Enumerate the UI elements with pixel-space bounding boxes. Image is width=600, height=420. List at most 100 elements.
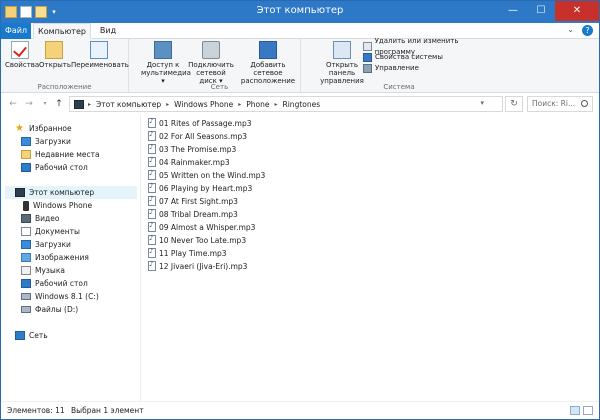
manage-button[interactable]: Управление bbox=[363, 63, 495, 74]
media-access-label-1: Доступ к bbox=[146, 61, 180, 69]
downloads-icon bbox=[21, 240, 31, 249]
maximize-button[interactable]: ☐ bbox=[527, 1, 555, 21]
sidebar-label: Этот компьютер bbox=[29, 188, 95, 197]
sidebar-item-this-pc[interactable]: Этот компьютер bbox=[5, 186, 137, 199]
address-dropdown-icon[interactable]: ▾ bbox=[480, 99, 484, 107]
sidebar-item-pictures[interactable]: Изображения bbox=[21, 251, 89, 264]
manage-label: Управление bbox=[375, 64, 419, 72]
help-icon[interactable]: ? bbox=[582, 25, 593, 36]
media-icon bbox=[154, 41, 172, 59]
breadcrumb-separator[interactable]: ▸ bbox=[166, 101, 169, 108]
breadcrumb-windows-phone[interactable]: Windows Phone bbox=[174, 100, 233, 109]
search-input[interactable]: Поиск: Ri... bbox=[527, 96, 593, 112]
list-item[interactable]: 01 Rites of Passage.mp3 bbox=[148, 117, 251, 129]
list-item[interactable]: 07 At First Sight.mp3 bbox=[148, 195, 238, 207]
file-name: 09 Almost a Whisper.mp3 bbox=[159, 222, 256, 232]
audio-file-icon bbox=[148, 169, 156, 180]
sidebar-item-recent[interactable]: Недавние места bbox=[21, 148, 100, 161]
sidebar-item-desktop-pc[interactable]: Рабочий стол bbox=[21, 277, 88, 290]
list-item[interactable]: 12 Jivaeri (Jiva-Eri).mp3 bbox=[148, 260, 247, 272]
file-name: 03 The Promise.mp3 bbox=[159, 144, 237, 154]
list-item[interactable]: 09 Almost a Whisper.mp3 bbox=[148, 221, 255, 233]
tab-view[interactable]: Вид bbox=[95, 23, 121, 39]
sidebar-item-downloads-pc[interactable]: Загрузки bbox=[21, 238, 71, 251]
desktop-icon bbox=[21, 163, 31, 172]
sidebar-item-video[interactable]: Видео bbox=[21, 212, 59, 225]
recent-locations-icon[interactable]: ▾ bbox=[39, 98, 51, 110]
view-switcher bbox=[570, 406, 593, 415]
search-placeholder: Поиск: Ri... bbox=[532, 99, 576, 108]
sidebar-item-favorites[interactable]: ★ Избранное bbox=[15, 122, 72, 135]
list-item[interactable]: 10 Never Too Late.mp3 bbox=[148, 234, 246, 246]
programs-icon bbox=[363, 42, 372, 51]
up-arrow-icon[interactable]: ↑ bbox=[53, 98, 65, 110]
control-panel-icon bbox=[333, 41, 351, 59]
ribbon-tabs: Файл Компьютер Вид ⌄ ? bbox=[1, 23, 599, 39]
refresh-button[interactable]: ↻ bbox=[505, 96, 523, 112]
large-icons-view-icon[interactable] bbox=[583, 406, 593, 415]
tab-computer[interactable]: Компьютер bbox=[33, 23, 91, 39]
file-name: 01 Rites of Passage.mp3 bbox=[159, 118, 252, 128]
file-name: 10 Never Too Late.mp3 bbox=[159, 235, 247, 245]
list-item[interactable]: 03 The Promise.mp3 bbox=[148, 143, 236, 155]
add-network-location-button[interactable]: Добавить сетевое расположение bbox=[237, 41, 299, 85]
details-view-icon[interactable] bbox=[570, 406, 580, 415]
list-item[interactable]: 08 Tribal Dream.mp3 bbox=[148, 208, 238, 220]
sidebar-item-drive-d[interactable]: Файлы (D:) bbox=[21, 303, 78, 316]
minimize-button[interactable]: — bbox=[499, 1, 527, 21]
file-name: 04 Rainmaker.mp3 bbox=[159, 157, 230, 167]
breadcrumb-this-pc[interactable]: Этот компьютер bbox=[96, 100, 161, 109]
breadcrumb-ringtones[interactable]: Ringtones bbox=[283, 100, 321, 109]
media-access-button[interactable]: Доступ к мультимедиа ▾ bbox=[141, 41, 191, 85]
list-item[interactable]: 06 Playing by Heart.mp3 bbox=[148, 182, 252, 194]
back-arrow-icon[interactable]: ← bbox=[7, 98, 19, 110]
documents-icon bbox=[21, 227, 31, 236]
downloads-icon bbox=[21, 137, 31, 146]
list-item[interactable]: 05 Written on the Wind.mp3 bbox=[148, 169, 265, 181]
computer-icon bbox=[15, 188, 25, 197]
list-item[interactable]: 02 For All Seasons.mp3 bbox=[148, 130, 247, 142]
sidebar-item-drive-c[interactable]: Windows 8.1 (C:) bbox=[21, 290, 99, 303]
file-list: 01 Rites of Passage.mp3 02 For All Seaso… bbox=[142, 115, 599, 401]
uninstall-button[interactable]: Удалить или изменить программу bbox=[363, 37, 495, 56]
tab-file[interactable]: Файл bbox=[1, 23, 31, 39]
sidebar-label: Рабочий стол bbox=[35, 163, 88, 172]
list-item[interactable]: 04 Rainmaker.mp3 bbox=[148, 156, 230, 168]
video-icon bbox=[21, 214, 31, 223]
audio-file-icon bbox=[148, 208, 156, 219]
sidebar-item-network[interactable]: Сеть bbox=[15, 329, 48, 342]
file-name: 02 For All Seasons.mp3 bbox=[159, 131, 248, 141]
map-drive-label-1: Подключить bbox=[188, 61, 234, 69]
control-panel-button[interactable]: Открыть панель управления bbox=[317, 41, 367, 85]
open-button[interactable]: Открыть bbox=[39, 41, 71, 69]
map-drive-button[interactable]: Подключить сетевой диск ▾ bbox=[187, 41, 235, 85]
rename-button[interactable]: Переименовать bbox=[71, 41, 129, 69]
address-bar[interactable]: ▸ Этот компьютер ▸ Windows Phone ▸ Phone… bbox=[69, 96, 503, 112]
breadcrumb-separator[interactable]: ▸ bbox=[238, 101, 241, 108]
group-location: Свойства Открыть Переименовать Расположе… bbox=[1, 39, 129, 93]
control-panel-label-1: Открыть панель bbox=[326, 61, 358, 77]
sidebar-label: Избранное bbox=[29, 124, 72, 133]
close-button[interactable]: ✕ bbox=[555, 1, 599, 21]
sidebar-item-music[interactable]: Музыка bbox=[21, 264, 65, 277]
sidebar-item-documents[interactable]: Документы bbox=[21, 225, 80, 238]
sidebar-label: Изображения bbox=[35, 253, 89, 262]
sidebar-item-desktop[interactable]: Рабочий стол bbox=[21, 161, 88, 174]
file-name: 06 Playing by Heart.mp3 bbox=[159, 183, 253, 193]
audio-file-icon bbox=[148, 221, 156, 232]
breadcrumb-separator[interactable]: ▸ bbox=[275, 101, 278, 108]
manage-icon bbox=[363, 64, 372, 73]
expand-ribbon-icon[interactable]: ⌄ bbox=[567, 25, 574, 36]
audio-file-icon bbox=[148, 195, 156, 206]
list-item[interactable]: 11 Play Time.mp3 bbox=[148, 247, 227, 259]
forward-arrow-icon[interactable]: → bbox=[23, 98, 35, 110]
sidebar-label: Загрузки bbox=[35, 137, 71, 146]
sidebar-label: Файлы (D:) bbox=[35, 305, 79, 314]
properties-button[interactable]: Свойства bbox=[5, 41, 39, 69]
explorer-window: ▾ Этот компьютер — ☐ ✕ Файл Компьютер Ви… bbox=[0, 0, 600, 420]
sidebar-item-windows-phone[interactable]: Windows Phone bbox=[23, 199, 92, 212]
sidebar-item-downloads[interactable]: Загрузки bbox=[21, 135, 71, 148]
breadcrumb-phone[interactable]: Phone bbox=[246, 100, 269, 109]
status-bar: Элементов: 11 Выбран 1 элемент bbox=[1, 401, 599, 419]
system-properties-icon bbox=[363, 53, 372, 62]
